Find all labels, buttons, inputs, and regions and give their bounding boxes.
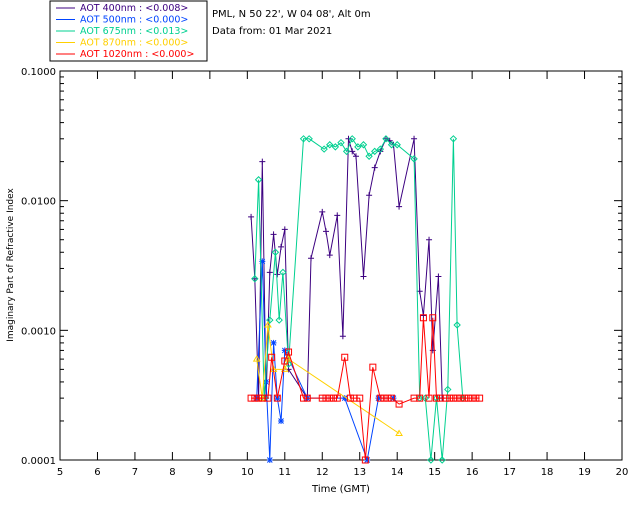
y-axis-label: Imaginary Part of Refractive Index: [6, 187, 16, 341]
chart-title-line-2: Data from: 01 Mar 2021: [212, 26, 332, 37]
x-tick-label: 19: [578, 467, 591, 478]
x-tick-label: 17: [503, 467, 516, 478]
chart-title-line-1: PML, N 50 22', W 04 08', Alt 0m: [212, 9, 371, 20]
x-tick-label: 20: [616, 467, 629, 478]
y-tick-label: 0.0010: [21, 326, 56, 337]
x-tick-label: 12: [316, 467, 329, 478]
legend-label: AOT 400nm : <0.008>: [80, 3, 188, 14]
data-point: [266, 457, 273, 463]
chart: AOT 400nm : <0.008>AOT 500nm : <0.000>AO…: [0, 0, 640, 512]
x-tick-label: 13: [353, 467, 366, 478]
x-tick-label: 10: [241, 467, 254, 478]
x-tick-label: 7: [132, 467, 138, 478]
y-tick-label: 0.0001: [21, 456, 56, 467]
x-tick-label: 6: [94, 467, 100, 478]
legend-label: AOT 1020nm : <0.000>: [80, 49, 194, 60]
x-tick-label: 9: [207, 467, 213, 478]
legend-label: AOT 500nm : <0.000>: [80, 15, 188, 26]
chart-background: [0, 0, 640, 512]
x-tick-label: 5: [57, 467, 63, 478]
legend: AOT 400nm : <0.008>AOT 500nm : <0.000>AO…: [49, 0, 208, 62]
data-point: [281, 347, 288, 354]
x-tick-label: 11: [278, 467, 291, 478]
x-tick-label: 14: [391, 467, 404, 478]
data-point: [270, 339, 277, 346]
data-point: [278, 417, 285, 424]
x-tick-label: 8: [169, 467, 175, 478]
legend-label: AOT 870nm : <0.000>: [80, 38, 188, 49]
y-tick-label: 0.0100: [21, 197, 56, 208]
legend-label: AOT 675nm : <0.013>: [80, 26, 188, 37]
x-tick-label: 16: [466, 467, 479, 478]
x-tick-label: 15: [428, 467, 441, 478]
x-tick-label: 18: [541, 467, 554, 478]
y-tick-label: 0.1000: [21, 67, 56, 78]
x-axis-label: Time (GMT): [311, 484, 370, 495]
